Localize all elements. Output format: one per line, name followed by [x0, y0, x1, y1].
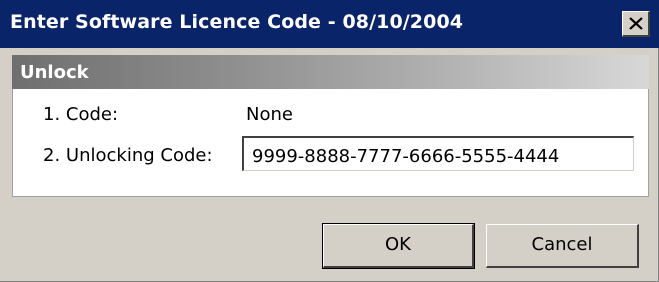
unlocking-code-input[interactable] — [242, 136, 634, 171]
code-label: 1. Code: — [43, 104, 119, 125]
title-bar[interactable]: Enter Software Licence Code - 08/10/2004 — [0, 0, 659, 48]
cancel-button[interactable]: Cancel — [486, 224, 639, 268]
unlock-panel: 1. Code: None 2. Unlocking Code: — [12, 89, 649, 197]
dialog-title: Enter Software Licence Code - 08/10/2004 — [10, 11, 464, 33]
code-value: None — [246, 104, 293, 125]
unlocking-code-label: 2. Unlocking Code: — [43, 145, 213, 166]
close-button[interactable] — [622, 11, 650, 37]
licence-dialog: Enter Software Licence Code - 08/10/2004… — [0, 0, 659, 282]
unlock-section-header: Unlock — [12, 55, 649, 89]
unlock-section-title: Unlock — [20, 62, 89, 83]
close-icon — [629, 17, 643, 30]
ok-button[interactable]: OK — [322, 223, 475, 269]
